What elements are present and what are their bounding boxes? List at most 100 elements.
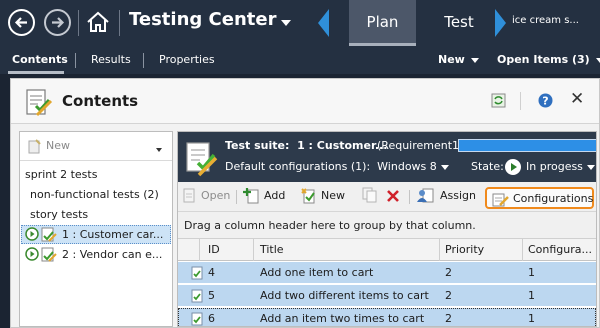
nav-properties[interactable]: Properties — [159, 53, 215, 66]
tree-new-button[interactable]: New — [46, 139, 70, 152]
suite-requirement[interactable]: (Requirement1) — [377, 139, 463, 152]
requirement-suite-icon — [41, 227, 57, 242]
open-button[interactable]: Open — [201, 189, 230, 202]
config-label: Default configurations (1): — [225, 160, 371, 173]
add-button[interactable]: Add — [264, 189, 285, 202]
divider — [11, 123, 599, 124]
requirement-suite-icon — [41, 247, 57, 262]
column-id[interactable]: ID — [208, 243, 220, 256]
cell-priority: 2 — [445, 289, 452, 302]
tree-item[interactable]: 2 : Vendor can e... — [62, 248, 162, 261]
new-suite-icon — [28, 139, 41, 154]
cell-title: Add an item two times to cart — [260, 312, 425, 325]
tree-item[interactable]: non-functional tests (2) — [30, 188, 159, 201]
column-priority[interactable]: Priority — [445, 243, 484, 256]
contents-panel: Contents ? ✕ New sprint 2 tests non-func… — [10, 78, 600, 328]
divider — [522, 239, 523, 261]
cell-id: 4 — [208, 266, 215, 279]
tab-test[interactable]: Test — [430, 0, 488, 46]
new-button[interactable]: New — [321, 189, 345, 202]
table-row[interactable]: 5 Add two different items to cart 2 1 — [178, 285, 596, 307]
in-progress-icon — [25, 227, 39, 241]
chevron-down-icon[interactable] — [587, 165, 595, 170]
open-items-menu[interactable]: Open Items (3) — [497, 53, 600, 66]
default-configurations[interactable]: Default configurations (1): Windows 8 — [225, 160, 437, 173]
assign-button[interactable]: Assign — [440, 189, 476, 202]
suite-name: 1 : Customer... — [297, 139, 388, 152]
suite-details: Test suite: 1 : Customer... (Requirement… — [177, 131, 597, 327]
open-items-label: Open Items (3) — [497, 53, 590, 66]
chevron-down-icon[interactable] — [156, 148, 162, 152]
refresh-icon[interactable] — [491, 93, 506, 108]
column-configurations[interactable]: Configura... — [528, 243, 592, 256]
chevron-down-icon[interactable] — [281, 20, 291, 26]
back-button[interactable] — [8, 9, 35, 36]
tree-item[interactable]: 1 : Customer car... — [62, 228, 163, 241]
cell-title: Add one item to cart — [260, 266, 374, 279]
cell-configurations: 1 — [528, 312, 535, 325]
svg-text:?: ? — [542, 95, 548, 108]
open-icon — [183, 188, 195, 203]
tree-item[interactable]: sprint 2 tests — [25, 168, 97, 181]
column-title[interactable]: Title — [260, 243, 284, 256]
new-menu[interactable]: New — [438, 53, 479, 66]
assign-tester-icon — [417, 188, 434, 203]
divider — [199, 239, 200, 261]
home-icon — [87, 11, 109, 32]
close-icon[interactable]: ✕ — [570, 90, 584, 108]
top-bar: Testing Center Plan Test ice cream s... — [0, 0, 600, 46]
play-icon — [505, 159, 521, 175]
panel-header: Contents ? ✕ — [11, 79, 599, 123]
nav-contents[interactable]: Contents — [12, 53, 68, 66]
cell-id: 5 — [208, 289, 215, 302]
cell-configurations: 1 — [528, 266, 535, 279]
chevron-down-icon — [470, 57, 479, 63]
divider — [409, 190, 410, 204]
next-tab-icon[interactable] — [495, 9, 506, 37]
sub-navigation: Contents Results Properties New Open Ite… — [0, 46, 600, 74]
in-progress-icon — [25, 247, 39, 261]
home-button[interactable] — [86, 10, 110, 34]
table-header: ID Title Priority Configura... — [178, 238, 596, 261]
suite-progress-bar — [458, 139, 596, 152]
chevron-down-icon[interactable] — [441, 165, 449, 170]
help-icon[interactable]: ? — [538, 93, 553, 108]
divider — [253, 239, 254, 261]
suite-title: Test suite: 1 : Customer... — [225, 139, 387, 152]
cell-id: 6 — [208, 312, 215, 325]
divider — [236, 190, 237, 204]
chevron-down-icon — [595, 57, 600, 63]
divider — [520, 92, 521, 110]
app-title[interactable]: Testing Center — [129, 9, 276, 30]
cell-priority: 2 — [445, 266, 452, 279]
configurations-label: Configurations — [513, 192, 594, 205]
tree-item[interactable]: story tests — [30, 208, 88, 221]
cell-title: Add two different items to cart — [260, 289, 429, 302]
copy-icon[interactable] — [362, 187, 378, 203]
table-row[interactable]: 6 Add an item two times to cart 2 1 — [178, 308, 596, 326]
test-case-icon — [191, 266, 203, 280]
group-by-bar[interactable]: Drag a column header here to group by th… — [178, 211, 596, 238]
forward-button[interactable] — [44, 9, 71, 36]
suite-header: Test suite: 1 : Customer... (Requirement… — [178, 132, 596, 182]
previous-tab-icon[interactable] — [318, 9, 329, 37]
active-nav-indicator — [8, 71, 64, 74]
tab-plan[interactable]: Plan — [349, 0, 416, 46]
divider — [78, 10, 79, 36]
arrow-left-icon — [14, 17, 27, 28]
tab-ice-cream[interactable]: ice cream s... — [512, 15, 579, 26]
state-value[interactable]: In progess — [526, 160, 583, 173]
tree-toolbar: New — [20, 132, 172, 161]
test-suite-icon — [186, 142, 218, 177]
test-case-icon — [191, 312, 203, 326]
cell-configurations: 1 — [528, 289, 535, 302]
add-icon — [243, 188, 259, 204]
table-row[interactable]: 4 Add one item to cart 2 1 — [178, 262, 596, 284]
new-menu-label: New — [438, 53, 465, 66]
state-label: State: — [471, 160, 504, 173]
configurations-button[interactable]: Configurations — [485, 187, 594, 209]
configurations-icon — [492, 193, 509, 207]
nav-results[interactable]: Results — [91, 53, 131, 66]
test-case-icon — [191, 289, 203, 303]
delete-icon[interactable] — [386, 189, 400, 203]
